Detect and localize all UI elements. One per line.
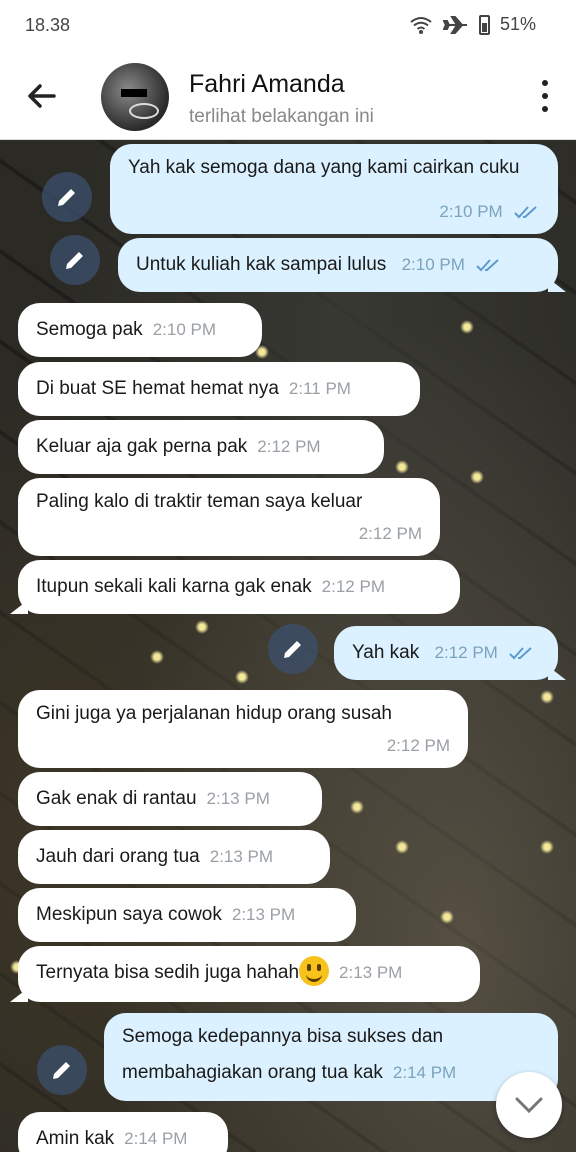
message-time: 2:12 PM: [321, 577, 385, 596]
message-text: Meskipun saya cowok: [36, 904, 222, 925]
message-text: Yah kak: [352, 642, 420, 663]
chevron-down-icon: [515, 1097, 543, 1114]
contact-name[interactable]: Fahri Amanda: [189, 70, 345, 99]
message-time: 2:13 PM: [231, 905, 296, 924]
message-time: 2:10 PM: [439, 202, 503, 222]
scroll-down-button[interactable]: [496, 1072, 562, 1138]
message-bubble[interactable]: Di buat SE hemat hemat nya 2:11 PM: [18, 362, 420, 416]
battery-percent: 51%: [499, 14, 536, 34]
message-text: Itupun sekali kali karna gak enak: [36, 576, 312, 597]
message-text: Di buat SE hemat hemat nya: [36, 378, 279, 399]
pencil-icon: [66, 252, 83, 269]
message-bubble[interactable]: Untuk kuliah kak sampai lulus 2:10 PM: [118, 238, 566, 292]
edit-button[interactable]: [37, 1045, 87, 1095]
double-check-icon: [509, 647, 532, 660]
message-bubble[interactable]: Amin kak 2:14 PM: [18, 1112, 228, 1152]
message-time: 2:10 PM: [401, 255, 465, 274]
message-text: Amin kak: [36, 1128, 115, 1149]
message-text: Jauh dari orang tua: [36, 846, 200, 867]
message-bubble[interactable]: Gak enak di rantau 2:13 PM: [18, 772, 322, 826]
message-bubble[interactable]: Yah kak semoga dana yang kami cairkan cu…: [110, 144, 558, 234]
message-text: Keluar aja gak perna pak: [36, 436, 248, 457]
status-time: 18.38: [25, 15, 71, 35]
message-text: Ternyata bisa sedih juga hahah: [36, 962, 300, 983]
double-check-icon: [476, 259, 499, 272]
message-bubble[interactable]: Yah kak 2:12 PM: [334, 626, 566, 680]
message-time: 2:12 PM: [386, 736, 450, 756]
message-bubble[interactable]: Keluar aja gak perna pak 2:12 PM: [18, 420, 384, 474]
status-icons: 51%: [409, 14, 536, 35]
message-time: 2:13 PM: [206, 789, 270, 808]
pencil-icon: [284, 641, 301, 658]
message-text: Semoga pak: [36, 319, 143, 340]
message-text: Untuk kuliah kak sampai lulus: [136, 254, 387, 275]
edit-button[interactable]: [50, 235, 100, 285]
message-time: 2:13 PM: [339, 963, 403, 982]
airplane-mode-icon: [442, 15, 467, 34]
message-time: 2:11 PM: [288, 379, 351, 398]
pencil-icon: [53, 1062, 70, 1079]
message-text: Gak enak di rantau: [36, 788, 197, 809]
chat-area[interactable]: Yah kak semoga dana yang kami cairkan cu…: [0, 140, 576, 1152]
edit-button[interactable]: [42, 172, 92, 222]
more-options-icon[interactable]: [540, 80, 550, 112]
message-text: Yah kak semoga dana yang kami cairkan cu…: [128, 157, 520, 178]
message-bubble[interactable]: Meskipun saya cowok 2:13 PM: [18, 888, 356, 942]
message-time: 2:14 PM: [392, 1063, 457, 1083]
back-arrow-icon[interactable]: [22, 76, 62, 116]
message-bubble[interactable]: Jauh dari orang tua 2:13 PM: [18, 830, 330, 884]
message-time: 2:13 PM: [209, 847, 274, 866]
smiley-emoji-icon: [299, 955, 330, 986]
message-bubble[interactable]: Semoga kedepannya bisa sukses dan membah…: [104, 1013, 558, 1101]
message-time: 2:10 PM: [152, 320, 216, 339]
last-seen-status: terlihat belakangan ini: [189, 106, 374, 127]
message-bubble[interactable]: Itupun sekali kali karna gak enak 2:12 PM: [10, 560, 460, 614]
wifi-icon: [410, 16, 432, 34]
message-bubble[interactable]: Semoga pak 2:10 PM: [18, 303, 262, 357]
chat-header: Fahri Amanda terlihat belakangan ini: [0, 52, 576, 140]
pencil-icon: [58, 189, 75, 206]
message-time: 2:12 PM: [434, 643, 498, 662]
battery-icon: [478, 14, 490, 35]
avatar[interactable]: [101, 63, 169, 131]
message-bubble[interactable]: Paling kalo di traktir teman saya keluar…: [18, 478, 440, 556]
message-bubble[interactable]: Ternyata bisa sedih juga hahah 2:13 PM: [10, 946, 480, 1002]
message-text: Gini juga ya perjalanan hidup orang susa…: [36, 703, 392, 724]
status-bar: 18.38 51%: [0, 0, 576, 52]
message-time: 2:12 PM: [358, 524, 422, 544]
edit-button[interactable]: [268, 624, 318, 674]
message-text: Paling kalo di traktir teman saya keluar: [36, 491, 363, 512]
message-time: 2:12 PM: [257, 437, 321, 456]
message-bubble[interactable]: Gini juga ya perjalanan hidup orang susa…: [18, 690, 468, 768]
double-check-icon: [514, 206, 537, 219]
message-time: 2:14 PM: [124, 1129, 188, 1148]
